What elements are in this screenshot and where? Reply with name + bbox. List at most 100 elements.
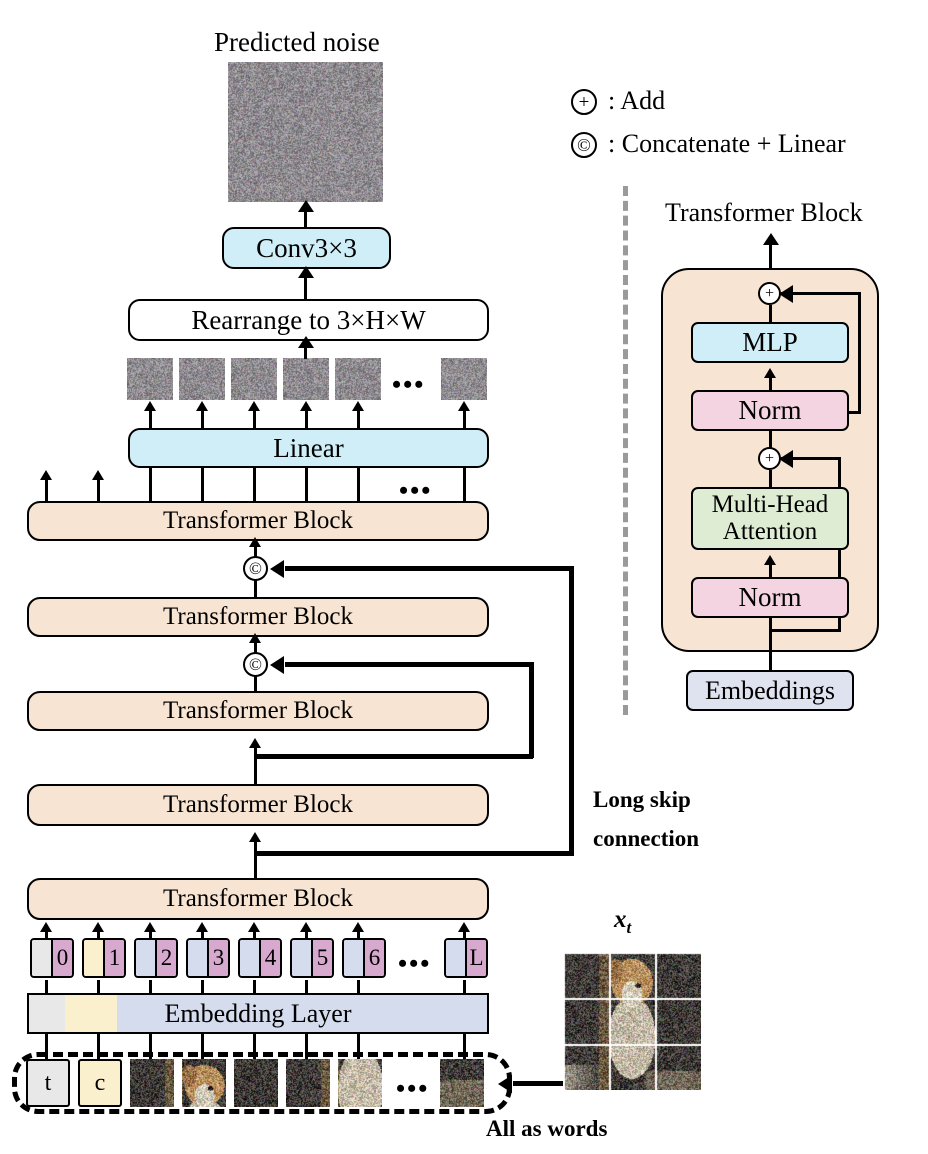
arrow-up-icon [91, 922, 104, 932]
connector-linear-to-patch [148, 408, 152, 428]
connector-tblock-to-concat1 [254, 580, 257, 598]
rearrange-block[interactable]: Rearrange to 3×H×W [128, 299, 489, 341]
legend-concat-symbol: © [571, 132, 597, 158]
concat-operator-2: © [243, 652, 268, 677]
arrow-up-icon [91, 470, 104, 480]
transformer-detail-title: Transformer Block [665, 198, 863, 227]
all-as-words-label: All as words [486, 1116, 608, 1141]
word-token-patch [286, 1059, 330, 1107]
connector-tblock4-to-tblock3 [254, 744, 257, 784]
input-label-xt: x_t xt [614, 906, 632, 937]
connector-embedding-to-token [148, 980, 152, 993]
transformer-block-label: Transformer Block [162, 696, 354, 724]
connector-tblock-to-linear [462, 467, 466, 502]
connector-tblock5-to-tblock4 [254, 838, 257, 880]
long-skip-branch [254, 851, 573, 856]
token-position-half: 1 [103, 940, 124, 976]
conv3x3-block[interactable]: Conv3×3 [222, 227, 391, 269]
output-patch-ellipsis: ••• [392, 370, 426, 399]
token-position-half: 6 [363, 940, 384, 976]
token-embedding-half [292, 940, 311, 976]
arrow-up-icon [457, 922, 470, 932]
token-embedding-half [446, 940, 465, 976]
token-position-half: 3 [207, 940, 228, 976]
long-skip-connection-label-line1: Long skip [593, 787, 691, 812]
concat-symbol: © [249, 559, 262, 578]
word-token-c: c [78, 1059, 122, 1107]
token-embedding-half [240, 940, 259, 976]
arrow-up-icon [143, 401, 156, 411]
embeddings-block[interactable]: Embeddings [686, 670, 854, 711]
token-chip: 1 [82, 938, 126, 978]
arrow-up-icon [249, 832, 261, 842]
residual-top-vertical [858, 292, 861, 414]
arrow-up-icon [195, 401, 208, 411]
xt-input-image [563, 952, 701, 1090]
norm-top-label: Norm [738, 395, 802, 426]
add-symbol: + [764, 449, 775, 467]
multihead-attention-block[interactable]: Multi-Head Attention [691, 487, 849, 550]
output-patch [231, 358, 277, 400]
arrow-up-icon [297, 200, 314, 212]
transformer-block-label: Transformer Block [162, 790, 354, 818]
transformer-block-label: Transformer Block [162, 506, 354, 534]
word-token-c-label: c [94, 1069, 106, 1096]
mlp-block[interactable]: MLP [691, 322, 849, 363]
connector-norm-to-mlp [769, 305, 772, 323]
short-skip-branch [254, 754, 533, 759]
legend-concat-label: : Concatenate + Linear [608, 129, 846, 158]
connector-linear-to-patch [252, 408, 256, 428]
embedding-layer[interactable]: Embedding Layer [27, 993, 489, 1034]
norm-block-top[interactable]: Norm [691, 390, 849, 431]
word-token-patch [182, 1059, 226, 1107]
connector-embedding-to-token [252, 980, 256, 993]
concat-operator-1: © [243, 556, 268, 581]
token-position-half: 2 [155, 940, 176, 976]
transformer-block-4[interactable]: Transformer Block [27, 784, 489, 826]
arrow-left-icon [270, 559, 284, 578]
arrow-up-icon [39, 470, 52, 480]
arrow-up-icon [247, 401, 260, 411]
transformer-block-label: Transformer Block [162, 884, 354, 912]
connector-linear-to-patch [356, 408, 360, 428]
arrow-left-icon [498, 1074, 512, 1093]
arrow-up-icon [247, 922, 260, 932]
arrow-left-icon [270, 655, 284, 674]
transformer-block-bottom[interactable]: Transformer Block [27, 878, 489, 920]
connector-tblock-to-linear [304, 467, 308, 502]
norm-block-bottom[interactable]: Norm [691, 577, 849, 618]
token-position-half: 0 [51, 940, 72, 976]
connector-tblock-to-linear [200, 467, 204, 502]
word-token-patch [338, 1059, 382, 1107]
linear-block[interactable]: Linear [128, 428, 489, 468]
token-chip: 2 [134, 938, 178, 978]
arrow-up-icon [249, 738, 261, 748]
token-chip: 5 [290, 938, 334, 978]
output-patch [127, 358, 173, 400]
panel-divider [623, 186, 628, 715]
transformer-block-2[interactable]: Transformer Block [27, 597, 489, 637]
arrow-up-icon [39, 922, 52, 932]
attention-label-line2: Attention [722, 517, 818, 545]
token-chip: 6 [342, 938, 386, 978]
rearrange-label: Rearrange to 3×H×W [191, 304, 426, 335]
token-embedding-half [136, 940, 155, 976]
arrow-left-icon [779, 284, 793, 303]
connector-tblock-to-concat2 [254, 676, 257, 692]
mlp-label: MLP [742, 327, 798, 358]
embedding-layer-label: Embedding Layer [164, 998, 352, 1028]
connector-tblock-to-linear [148, 467, 152, 502]
connector-linear-to-patch [304, 408, 308, 428]
transformer-block-3[interactable]: Transformer Block [27, 691, 489, 731]
token-position-half: 5 [311, 940, 332, 976]
transformer-block-top[interactable]: Transformer Block [27, 501, 489, 541]
connector-tblock-to-linear [356, 467, 360, 502]
add-operator-middle: + [758, 447, 781, 470]
page-title: Predicted noise [214, 27, 380, 57]
token-chip: 3 [186, 938, 230, 978]
word-token-ellipsis: ••• [396, 1074, 430, 1103]
token-chip: 4 [238, 938, 282, 978]
connector-tblock-to-linear [252, 467, 256, 502]
token-position-half: 4 [259, 940, 280, 976]
token-embedding-half [32, 940, 51, 976]
